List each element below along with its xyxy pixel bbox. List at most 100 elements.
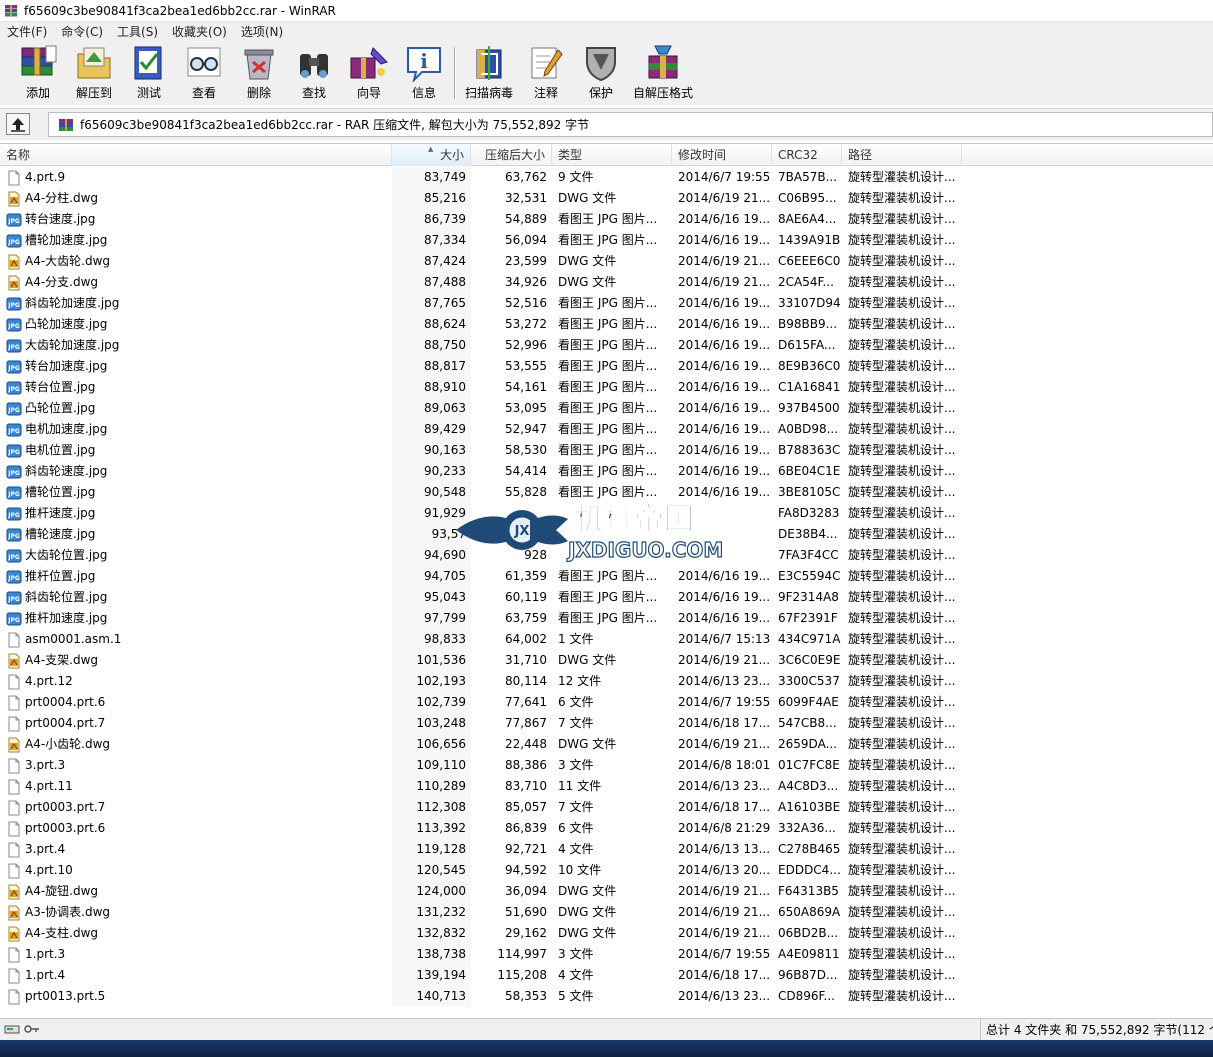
file-file-icon (6, 632, 22, 648)
watermark-cn: 机械帝国 (574, 502, 694, 537)
file-row[interactable]: JPG 电机加速度.jpg 89,429 52,947 看图王 JPG 图片... 201… (0, 419, 1213, 440)
drive-icon[interactable] (4, 1023, 20, 1035)
file-packed-size: 60,119 (505, 590, 547, 604)
file-row[interactable]: JPG 转台位置.jpg 88,910 54,161 看图王 JPG 图片... 2014… (0, 377, 1213, 398)
menu-favorites[interactable]: 收藏夹(O) (165, 23, 234, 40)
file-crc32: 3300C537 (778, 674, 840, 688)
dwg-file-icon (6, 191, 22, 207)
file-row[interactable]: prt0003.prt.7 112,308 85,057 7 文件 2014/6/18 … (0, 797, 1213, 818)
file-type: 6 文件 (558, 695, 594, 709)
file-row[interactable]: JPG 电机位置.jpg 90,163 58,530 看图王 JPG 图片... 2014… (0, 440, 1213, 461)
sfx-button[interactable]: 自解压格式 (630, 44, 696, 102)
file-packed-size: 52,996 (505, 338, 547, 352)
file-type: 看图王 JPG 图片... (558, 443, 658, 457)
svg-text:JPG: JPG (7, 533, 20, 540)
file-list[interactable]: 名称 ▲ 大小 压缩后大小 类型 修改时间 CRC32 路径 4.prt.9 83… (0, 143, 1213, 1016)
file-row[interactable]: 4.prt.11 110,289 83,710 11 文件 2014/6/13 23..… (0, 776, 1213, 797)
file-row[interactable]: prt0003.prt.6 113,392 86,839 6 文件 2014/6/8 2… (0, 818, 1213, 839)
file-row[interactable]: A3-协调表.dwg 131,232 51,690 DWG 文件 2014/6/19 2… (0, 902, 1213, 923)
menu-commands[interactable]: 命令(C) (54, 23, 110, 40)
file-row[interactable]: 3.prt.3 109,110 88,386 3 文件 2014/6/8 18:01 01… (0, 755, 1213, 776)
file-row[interactable]: A4-小齿轮.dwg 106,656 22,448 DWG 文件 2014/6/19 2… (0, 734, 1213, 755)
dwg-file-icon (6, 926, 22, 942)
file-row[interactable]: JPG 凸轮位置.jpg 89,063 53,095 看图王 JPG 图片... 2014… (0, 398, 1213, 419)
file-size: 88,750 (424, 338, 466, 352)
file-row[interactable]: A4-旋钮.dwg 124,000 36,094 DWG 文件 2014/6/19 21… (0, 881, 1213, 902)
file-size: 90,548 (424, 485, 466, 499)
file-row[interactable]: JPG 斜齿轮速度.jpg 90,233 54,414 看图王 JPG 图片... 201… (0, 461, 1213, 482)
file-name-cell: 1.prt.4 (6, 965, 390, 986)
file-name-cell: 4.prt.12 (6, 671, 390, 692)
file-row[interactable]: A4-支柱.dwg 132,832 29,162 DWG 文件 2014/6/19 21… (0, 923, 1213, 944)
column-name[interactable]: 名称 (0, 144, 392, 166)
column-crc[interactable]: CRC32 (772, 144, 842, 166)
scan-virus-button[interactable]: 扫描病毒 (462, 44, 516, 102)
file-row[interactable]: 1.prt.4 139,194 115,208 4 文件 2014/6/18 17...… (0, 965, 1213, 986)
file-row[interactable]: prt0013.prt.5 140,713 58,353 5 文件 2014/6/13 … (0, 986, 1213, 1007)
menu-tools[interactable]: 工具(S) (110, 23, 165, 40)
file-name-cell: 1.prt.3 (6, 944, 390, 965)
file-row[interactable]: A4-大齿轮.dwg 87,424 23,599 DWG 文件 2014/6/19 21… (0, 251, 1213, 272)
file-row[interactable]: JPG 凸轮加速度.jpg 88,624 53,272 看图王 JPG 图片... 201… (0, 314, 1213, 335)
file-row[interactable]: A4-支架.dwg 101,536 31,710 DWG 文件 2014/6/19 21… (0, 650, 1213, 671)
column-modified[interactable]: 修改时间 (672, 144, 772, 166)
svg-text:JPG: JPG (7, 302, 20, 309)
file-packed-size: 54,414 (505, 464, 547, 478)
file-size: 120,545 (416, 863, 466, 877)
file-modified: 2014/6/7 19:55 (678, 170, 770, 184)
toolbar: 添加 解压到 测试 查看 删除 查找 向导 i 信息 扫描病毒 注释 保护 自解… (0, 41, 1213, 105)
file-row[interactable]: JPG 大齿轮加速度.jpg 88,750 52,996 看图王 JPG 图片... 20… (0, 335, 1213, 356)
menu-file[interactable]: 文件(F) (0, 23, 54, 40)
file-crc32: 96B87D... (778, 968, 838, 982)
file-row[interactable]: JPG 推杆位置.jpg 94,705 61,359 看图王 JPG 图片... 2014… (0, 566, 1213, 587)
file-row[interactable]: JPG 斜齿轮位置.jpg 95,043 60,119 看图王 JPG 图片... 201… (0, 587, 1213, 608)
file-row[interactable]: A4-分柱.dwg 85,216 32,531 DWG 文件 2014/6/19 21.… (0, 188, 1213, 209)
file-row[interactable]: prt0004.prt.6 102,739 77,641 6 文件 2014/6/7 1… (0, 692, 1213, 713)
file-row[interactable]: JPG 槽轮加速度.jpg 87,334 56,094 看图王 JPG 图片... 201… (0, 230, 1213, 251)
protect-button[interactable]: 保护 (577, 44, 625, 102)
column-size[interactable]: ▲ 大小 (392, 144, 471, 166)
key-icon[interactable] (24, 1023, 40, 1035)
file-row[interactable]: JPG 斜齿轮加速度.jpg 87,765 52,516 看图王 JPG 图片... 20… (0, 293, 1213, 314)
file-row[interactable]: asm0001.asm.1 98,833 64,002 1 文件 2014/6/7 15… (0, 629, 1213, 650)
jpg-file-icon: JPG (6, 380, 22, 396)
column-path[interactable]: 路径 (842, 144, 962, 166)
menu-options[interactable]: 选项(N) (234, 23, 290, 40)
column-packed[interactable]: 压缩后大小 (471, 144, 552, 166)
file-type: DWG 文件 (558, 653, 617, 667)
file-row[interactable]: 1.prt.3 138,738 114,997 3 文件 2014/6/7 19:55 A… (0, 944, 1213, 965)
comment-button[interactable]: 注释 (522, 44, 570, 102)
file-name: 斜齿轮速度.jpg (25, 464, 108, 478)
column-type[interactable]: 类型 (552, 144, 672, 166)
file-row[interactable]: JPG 转台加速度.jpg 88,817 53,555 看图王 JPG 图片... 201… (0, 356, 1213, 377)
file-packed-size: 114,997 (497, 947, 547, 961)
file-type: 10 文件 (558, 863, 602, 877)
file-row[interactable]: 4.prt.12 102,193 80,114 12 文件 2014/6/13 23..… (0, 671, 1213, 692)
file-row[interactable]: JPG 推杆加速度.jpg 97,799 63,759 看图王 JPG 图片... 201… (0, 608, 1213, 629)
file-crc32: 332A36... (778, 821, 836, 835)
file-row[interactable]: 4.prt.10 120,545 94,592 10 文件 2014/6/13 20..… (0, 860, 1213, 881)
file-name-cell: A4-小齿轮.dwg (6, 734, 390, 755)
file-modified: 2014/6/16 19... (678, 401, 770, 415)
file-crc32: C278B465 (778, 842, 841, 856)
file-size: 109,110 (416, 758, 466, 772)
delete-button[interactable]: 删除 (235, 44, 283, 102)
file-row[interactable]: 3.prt.4 119,128 92,721 4 文件 2014/6/13 13... C… (0, 839, 1213, 860)
extract-to-button[interactable]: 解压到 (70, 44, 118, 102)
find-button[interactable]: 查找 (290, 44, 338, 102)
view-button[interactable]: 查看 (180, 44, 228, 102)
wizard-button[interactable]: 向导 (345, 44, 393, 102)
file-type: 6 文件 (558, 821, 594, 835)
up-folder-button[interactable] (6, 113, 30, 135)
file-row[interactable]: prt0004.prt.7 103,248 77,867 7 文件 2014/6/18 … (0, 713, 1213, 734)
file-row[interactable]: A4-分支.dwg 87,488 34,926 DWG 文件 2014/6/19 21.… (0, 272, 1213, 293)
file-row[interactable]: 4.prt.9 83,749 63,762 9 文件 2014/6/7 19:55 7BA… (0, 167, 1213, 188)
file-row[interactable]: JPG 转台速度.jpg 86,739 54,889 看图王 JPG 图片... 2014… (0, 209, 1213, 230)
test-button[interactable]: 测试 (125, 44, 173, 102)
file-modified: 2014/6/16 19... (678, 296, 770, 310)
svg-text:i: i (420, 49, 428, 73)
path-field[interactable]: f65609c3be90841f3ca2bea1ed6bb2cc.rar - R… (48, 112, 1213, 137)
add-button[interactable]: 添加 (14, 44, 62, 102)
info-button[interactable]: i 信息 (400, 44, 448, 102)
file-packed-size: 51,690 (505, 905, 547, 919)
